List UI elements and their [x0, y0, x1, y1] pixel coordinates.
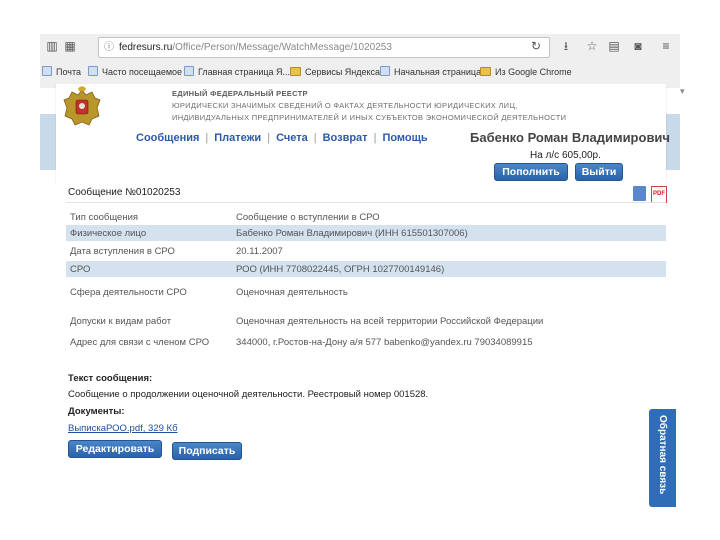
detail-value: 344000, г.Ростов-на-Дону а/я 577 babenko… [236, 336, 533, 348]
nav-separator: | [373, 132, 377, 144]
bookmark-frequent[interactable]: Часто посещаемое [88, 66, 182, 78]
nav-help[interactable]: Помощь [382, 132, 427, 144]
nav-separator: | [267, 132, 271, 144]
registry-subtitle-2: ИНДИВИДУАЛЬНЫХ ПРЕДПРИНИМАТЕЛЕЙ И ИНЫХ С… [172, 113, 567, 122]
page-icon [42, 66, 52, 76]
table-row: СРО РОО (ИНН 7708022445, ОГРН 1027700149… [66, 261, 666, 277]
detail-key: Физическое лицо [66, 225, 233, 241]
nav-separator: | [205, 132, 209, 144]
detail-value: РОО (ИНН 7708022445, ОГРН 1027700149146) [233, 261, 666, 277]
nav-messages[interactable]: Сообщения [136, 132, 199, 144]
nav-refund[interactable]: Возврат [323, 132, 368, 144]
table-row: Физическое лицо Бабенко Роман Владимиров… [66, 225, 666, 241]
pocket-icon[interactable]: ◙ [630, 38, 646, 54]
bookmark-yandex-home[interactable]: Главная страница Я... [184, 66, 290, 78]
bookmark-start-page[interactable]: Начальная страница [380, 66, 481, 78]
bookmarks-bar: Почта Часто посещаемое Главная страница … [40, 61, 680, 83]
detail-value: Сообщение о вступлении в СРО [236, 212, 380, 223]
documents-label: Документы: [68, 406, 125, 417]
bookmark-mail[interactable]: Почта [42, 66, 81, 78]
message-title: Сообщение №01020253 [68, 187, 181, 198]
message-text: Сообщение о продолжении оценочной деятел… [68, 389, 429, 400]
url-host: fedresurs.ru [119, 42, 173, 53]
bookmark-label: Почта [56, 67, 81, 77]
url-text: fedresurs.ru/Office/Person/Message/Watch… [119, 38, 392, 57]
edit-button[interactable]: Редактировать [68, 440, 162, 458]
reading-list-icon[interactable]: ▤ [606, 38, 622, 54]
url-path: /Office/Person/Message/WatchMessage/1020… [172, 42, 392, 53]
pdf-file-icon[interactable]: PDF [651, 186, 667, 203]
detail-key: Адрес для связи с членом СРО [70, 336, 210, 348]
bookmark-label: Из Google Chrome [495, 67, 572, 77]
user-name: Бабенко Роман Владимирович [470, 130, 670, 145]
nav-accounts[interactable]: Счета [276, 132, 308, 144]
main-nav: Сообщения | Платежи | Счета | Возврат | Помощь [136, 132, 428, 146]
bookmark-yandex-services[interactable]: Сервисы Яндекса [290, 66, 380, 78]
bookmark-label: Главная страница Я... [198, 67, 291, 77]
page-icon [380, 66, 390, 76]
folder-icon [480, 67, 491, 76]
page-icon [88, 66, 98, 76]
logout-button[interactable]: Выйти [575, 163, 623, 181]
table-row: Тип сообщения Сообщение о вступлении в С… [66, 210, 666, 225]
registry-subtitle-1: ЮРИДИЧЕСКИ ЗНАЧИМЫХ СВЕДЕНИЙ О ФАКТАХ ДЕ… [172, 101, 518, 110]
table-row: Адрес для связи с членом СРО 344000, г.Р… [66, 335, 666, 349]
browser-window-chrome: ▥ ▦ ⓘ fedresurs.ru/Office/Person/Message… [40, 34, 680, 89]
detail-value: Оценочная деятельность [236, 286, 348, 298]
site-info-icon[interactable]: ⓘ [104, 38, 114, 57]
registry-title: ЕДИНЫЙ ФЕДЕРАЛЬНЫЙ РЕЕСТР [172, 89, 308, 98]
table-row: Сфера деятельности СРО Оценочная деятель… [66, 277, 666, 307]
page-icon [184, 66, 194, 76]
table-row: Дата вступления в СРО 20.11.2007 [66, 241, 666, 261]
detail-key: Тип сообщения [70, 212, 139, 223]
message-text-label: Текст сообщения: [68, 373, 153, 384]
feedback-tab-label: Обратная связь [657, 415, 668, 495]
coat-of-arms-icon [63, 86, 101, 126]
reload-icon[interactable]: ↻ [528, 38, 544, 54]
bookmark-label: Часто посещаемое [102, 67, 183, 77]
nav-separator: | [313, 132, 317, 144]
document-link[interactable]: ВыпискаРОО.pdf, 329 Кб [68, 423, 178, 434]
download-icon[interactable]: ⭳ [558, 38, 574, 54]
bookmark-label: Сервисы Яндекса [305, 67, 381, 77]
scroll-arrow-icon[interactable]: ▾ [680, 86, 686, 102]
feedback-tab[interactable]: Обратная связь [649, 409, 676, 507]
grid-icon[interactable]: ▦ [62, 38, 78, 54]
sign-button[interactable]: Подписать [172, 442, 242, 460]
divider [66, 202, 666, 203]
bookmark-star-icon[interactable]: ☆ [584, 38, 600, 54]
detail-key: Сфера деятельности СРО [70, 286, 187, 298]
detail-key: Дата вступления в СРО [70, 245, 175, 257]
topup-button[interactable]: Пополнить [494, 163, 568, 181]
table-row: Допуски к видам работ Оценочная деятельн… [66, 307, 666, 335]
menu-icon[interactable]: ≡ [658, 38, 674, 54]
bookmark-label: Начальная страница [394, 67, 482, 77]
detail-value: 20.11.2007 [236, 245, 283, 257]
url-bar[interactable]: ⓘ fedresurs.ru/Office/Person/Message/Wat… [98, 37, 550, 58]
detail-value: Бабенко Роман Владимирович (ИНН 61550130… [233, 225, 666, 241]
browser-toolbar: ▥ ▦ ⓘ fedresurs.ru/Office/Person/Message… [40, 34, 680, 60]
account-balance: На л/с 605,00р. [530, 150, 601, 161]
doc-file-icon[interactable] [633, 186, 646, 201]
message-details-table: Тип сообщения Сообщение о вступлении в С… [66, 210, 666, 349]
detail-key: Допуски к видам работ [70, 315, 172, 327]
detail-key: СРО [66, 261, 233, 277]
detail-value: Оценочная деятельность на всей территори… [236, 315, 544, 327]
sidebar-icon[interactable]: ▥ [44, 38, 60, 54]
folder-icon [290, 67, 301, 76]
bookmark-google-chrome[interactable]: Из Google Chrome [480, 66, 572, 78]
nav-payments[interactable]: Платежи [214, 132, 261, 144]
